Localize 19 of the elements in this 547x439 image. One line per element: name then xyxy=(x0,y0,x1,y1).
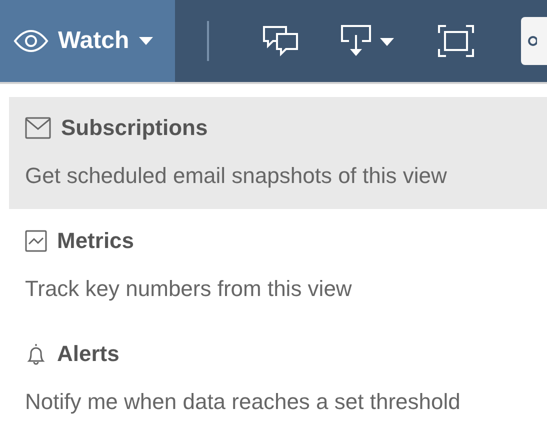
item-description: Get scheduled email snapshots of this view xyxy=(25,163,448,189)
envelope-icon xyxy=(25,117,51,139)
item-title: Subscriptions xyxy=(61,115,208,141)
watch-button[interactable]: Watch xyxy=(0,0,175,82)
caret-icon xyxy=(138,36,154,46)
menu-item[interactable]: Subscriptions Get scheduled email snapshots of this view xyxy=(9,97,547,209)
eye-icon xyxy=(13,30,49,52)
item-description: Notify me when data reaches a set threshold xyxy=(25,389,462,415)
line-chart-icon xyxy=(25,230,47,252)
menu-item[interactable]: Alerts Notify me when data reaches a set threshold xyxy=(9,322,547,435)
item-title: Metrics xyxy=(57,228,134,254)
search-icon xyxy=(525,34,537,48)
search-field[interactable] xyxy=(521,17,547,65)
fullscreen-icon[interactable] xyxy=(437,24,475,58)
item-description: Track key numbers from this view xyxy=(25,276,353,302)
item-title: Alerts xyxy=(57,341,120,367)
comments-icon[interactable] xyxy=(261,24,301,58)
bell-icon xyxy=(25,342,47,366)
menu-item[interactable]: Metrics Track key numbers from this view xyxy=(9,209,547,322)
